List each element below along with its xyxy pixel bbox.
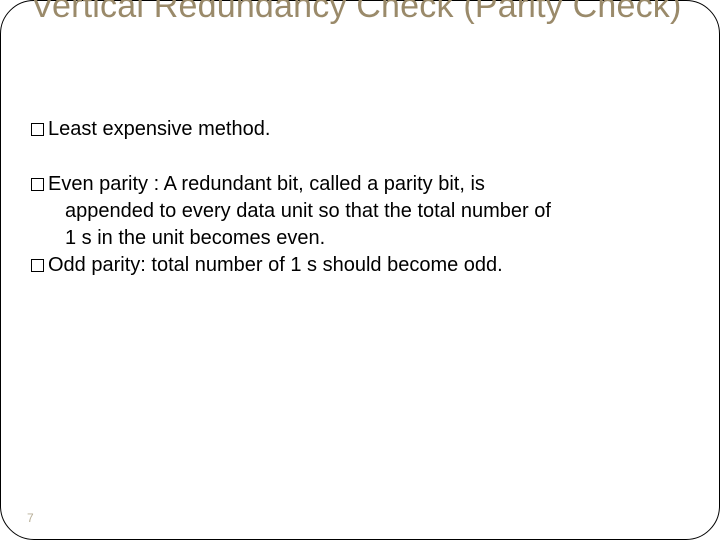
bullet-lead: Even (48, 173, 94, 195)
bullet-line: Odd parity: total number of 1 s should b… (31, 252, 689, 279)
slide-body: Least expensive method. Even parity : A … (31, 116, 689, 279)
square-bullet-icon (31, 259, 44, 272)
bullet-item: Even parity : A redundant bit, called a … (31, 171, 689, 279)
bullet-line: Even parity : A redundant bit, called a … (31, 171, 689, 198)
bullet-line: Least expensive method. (31, 116, 689, 143)
slide-frame: Vertical Redundancy Check (Parity Check)… (0, 0, 720, 540)
bullet-lead: Odd (48, 254, 86, 276)
bullet-rest: parity: total number of 1 s should becom… (86, 254, 503, 276)
slide-title: Vertical Redundancy Check (Parity Check) (31, 0, 689, 26)
square-bullet-icon (31, 178, 44, 191)
bullet-rest: expensive method. (97, 118, 270, 140)
bullet-cont: 1 s in the unit becomes even. (31, 225, 689, 252)
slide-number: 7 (27, 511, 34, 525)
bullet-cont: appended to every data unit so that the … (31, 198, 689, 225)
bullet-rest: parity : A redundant bit, called a parit… (94, 173, 485, 195)
square-bullet-icon (31, 123, 44, 136)
bullet-item: Least expensive method. (31, 116, 689, 143)
bullet-lead: Least (48, 118, 97, 140)
